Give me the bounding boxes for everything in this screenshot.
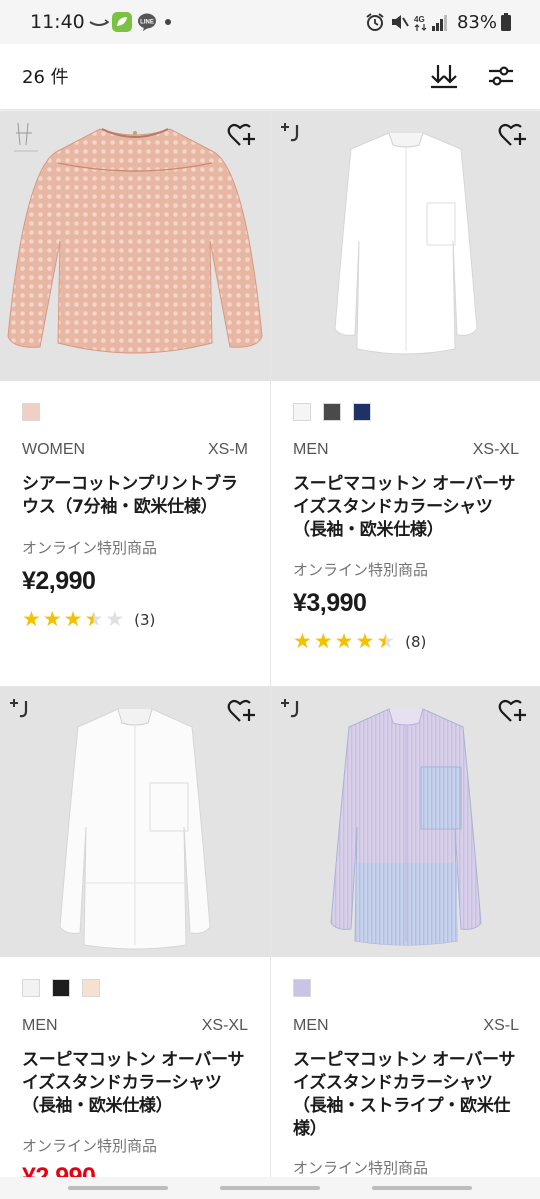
mute-icon (391, 15, 409, 29)
shirt-image (59, 708, 211, 950)
product-size-range: XS-XL (201, 1017, 248, 1034)
plus-j-badge-icon (10, 699, 28, 718)
product-image[interactable] (271, 111, 540, 381)
product-grid: WOMEN XS-M シアーコットンプリントブラウス（7分袖・欧米仕様） オンラ… (0, 111, 540, 1177)
product-image[interactable] (0, 111, 270, 381)
review-count: (3) (134, 610, 156, 629)
product-card[interactable]: MEN XS-L スーピマコットン オーバーサイズスタンドカラーシャツ （長袖・… (271, 687, 540, 1177)
product-card[interactable]: MEN XS-XL スーピマコットン オーバーサイズスタンドカラーシャツ （長袖… (271, 111, 540, 686)
battery-percentage: 83% (456, 11, 497, 33)
nav-recents-handle[interactable] (68, 1186, 168, 1190)
line-app-icon: LINE (138, 13, 156, 31)
system-nav-bar (0, 1177, 540, 1199)
star-filled-icon: ★ (42, 607, 62, 631)
add-to-wishlist-icon[interactable] (226, 697, 256, 725)
status-bar: 11:40 LINE 4G 83% (0, 0, 540, 44)
color-swatches (22, 979, 112, 997)
product-size-range: XS-L (483, 1017, 519, 1034)
results-toolbar: 26 件 (0, 44, 540, 110)
star-filled-icon: ★ (293, 629, 312, 653)
product-price: ¥2,990 (22, 567, 96, 595)
product-name[interactable]: シアーコットンプリントブラウス（7分袖・欧米仕様） (22, 473, 248, 519)
svg-text:LINE: LINE (140, 20, 154, 26)
star-empty-icon: ★ (105, 607, 125, 631)
star-filled-icon: ★ (334, 629, 354, 653)
product-gender: MEN (22, 1017, 58, 1034)
color-swatch[interactable] (353, 403, 371, 421)
color-swatch[interactable] (293, 403, 311, 421)
star-filled-icon: ★ (63, 607, 83, 631)
filter-button[interactable] (483, 58, 519, 94)
plus-j-badge-icon (281, 123, 299, 142)
product-size-range: XS-M (208, 441, 248, 458)
review-count: (8) (405, 632, 427, 651)
star-filled-icon: ★ (355, 629, 375, 653)
color-swatch[interactable] (293, 979, 311, 997)
product-name[interactable]: スーピマコットン オーバーサイズスタンドカラーシャツ （長袖・欧米仕様） (22, 1049, 248, 1118)
color-swatch[interactable] (323, 403, 341, 421)
star-filled-icon: ★ (313, 629, 333, 653)
product-card[interactable]: MEN XS-XL スーピマコットン オーバーサイズスタンドカラーシャツ （長袖… (0, 687, 270, 1177)
product-rating: ★ ★ ★ ★ ★ (8) (293, 631, 426, 652)
product-gender: MEN (293, 441, 329, 458)
leaf-app-icon (112, 12, 132, 32)
product-name[interactable]: スーピマコットン オーバーサイズスタンドカラーシャツ （長袖・ストライプ・欧米仕… (293, 1049, 519, 1141)
add-to-wishlist-icon[interactable] (226, 121, 256, 149)
color-swatch[interactable] (52, 979, 70, 997)
product-name[interactable]: スーピマコットン オーバーサイズスタンドカラーシャツ （長袖・欧米仕様） (293, 473, 519, 542)
color-swatch[interactable] (82, 979, 100, 997)
online-only-label: オンライン特別商品 (22, 539, 158, 557)
product-card[interactable]: WOMEN XS-M シアーコットンプリントブラウス（7分袖・欧米仕様） オンラ… (0, 111, 270, 686)
product-rating: ★ ★ ★ ★ ★ (3) (22, 609, 155, 630)
online-only-label: オンライン特別商品 (293, 561, 429, 579)
plus-j-badge-icon (281, 699, 299, 718)
amazon-icon (89, 19, 110, 26)
online-only-label: オンライン特別商品 (22, 1137, 158, 1155)
striped-shirt-image (330, 708, 482, 946)
sale-price: ¥2,990 (22, 1163, 96, 1177)
star-half-icon: ★ (84, 607, 104, 631)
color-swatches (293, 979, 323, 997)
svg-text:4G: 4G (414, 15, 425, 24)
product-gender: WOMEN (22, 441, 86, 458)
battery-icon (501, 13, 511, 31)
nav-home-handle[interactable] (220, 1186, 320, 1190)
add-to-wishlist-icon[interactable] (497, 697, 527, 725)
nav-back-handle[interactable] (372, 1186, 472, 1190)
product-image[interactable] (271, 687, 540, 957)
dot-icon (165, 19, 171, 25)
color-swatches (22, 403, 52, 421)
alarm-icon (366, 13, 384, 31)
sort-button[interactable] (426, 58, 462, 94)
color-swatch[interactable] (22, 979, 40, 997)
product-price: ¥3,990 (293, 589, 367, 617)
product-gender: MEN (293, 1017, 329, 1034)
star-filled-icon: ★ (22, 607, 41, 631)
color-swatch[interactable] (22, 403, 40, 421)
color-swatches (293, 403, 383, 421)
add-to-wishlist-icon[interactable] (497, 121, 527, 149)
brand-logo-icon (14, 122, 38, 152)
signal-icon (431, 15, 447, 31)
shirt-image (334, 132, 478, 355)
online-only-label: オンライン特別商品 (293, 1159, 429, 1177)
result-count: 26 件 (22, 67, 69, 88)
sort-download-icon (431, 65, 457, 89)
product-size-range: XS-XL (472, 441, 519, 458)
4g-icon: 4G (414, 15, 427, 31)
star-half-icon: ★ (376, 629, 396, 653)
filter-sliders-icon (489, 66, 513, 86)
product-image[interactable] (0, 687, 270, 957)
status-time: 11:40 (30, 11, 85, 33)
